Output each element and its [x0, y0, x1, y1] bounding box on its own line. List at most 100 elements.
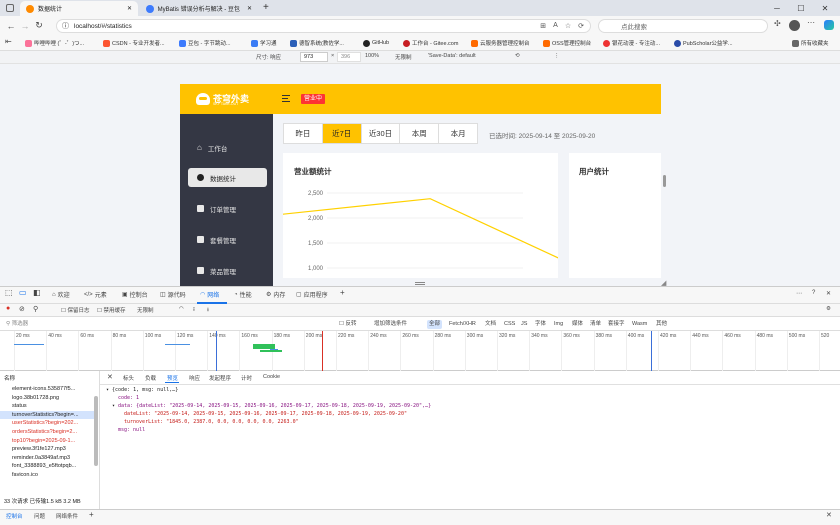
new-tab-button[interactable]: +: [263, 2, 269, 13]
chip-media[interactable]: 媒体: [570, 320, 585, 329]
bookmark-item[interactable]: GitHub: [363, 38, 389, 48]
request-row[interactable]: turnoverStatistics?begin=...: [0, 410, 95, 419]
bookmark-item[interactable]: OSS管理控制台: [543, 38, 591, 48]
sidebar-item-orders[interactable]: 订单管理: [188, 199, 267, 218]
drawer-tab-issues[interactable]: 问题: [34, 512, 45, 520]
download-icon[interactable]: ⭳: [207, 306, 209, 315]
rotate-icon[interactable]: ⟲: [515, 53, 520, 59]
chip-font[interactable]: 字体: [533, 320, 548, 329]
drawer-tab-console[interactable]: 控制台: [6, 512, 23, 520]
maximize-icon[interactable]: ☐: [790, 0, 812, 16]
bookmark-all-folder[interactable]: 所有收藏夹: [792, 38, 829, 48]
tab-performance[interactable]: ◔ 性能: [234, 290, 252, 300]
bookmark-item[interactable]: 云服务器管理控制台: [471, 38, 530, 48]
avatar[interactable]: [789, 20, 800, 31]
read-aloud-icon[interactable]: A: [553, 22, 558, 30]
request-row[interactable]: userStatistics?begin=202...: [12, 419, 78, 427]
request-row[interactable]: reminder.0a3849af.mp3: [12, 454, 70, 462]
detail-tab-preview[interactable]: 预览: [167, 374, 178, 382]
disable-cache-checkbox[interactable]: ☐ 禁用缓存: [97, 306, 125, 314]
chip-manifest[interactable]: 清单: [588, 320, 603, 329]
dimensions-select[interactable]: 尺寸: 响应: [256, 53, 281, 61]
chip-all[interactable]: 全部: [427, 320, 443, 329]
chip-js[interactable]: JS: [519, 320, 529, 329]
sidebar-item-setmeal[interactable]: 套餐管理: [188, 230, 267, 249]
chip-css[interactable]: CSS: [502, 320, 517, 329]
chip-other[interactable]: 其他: [654, 320, 669, 329]
close-window-icon[interactable]: ✕: [814, 0, 836, 16]
url-bar[interactable]: ⓘ localhost/#/statistics ⊞ A ☆ ⟳: [56, 19, 591, 33]
width-input[interactable]: 973: [300, 52, 328, 62]
tab-memory[interactable]: ⚙ 内存: [266, 290, 285, 299]
menu-toggle-icon[interactable]: [282, 95, 290, 102]
invert-checkbox[interactable]: ☐ 反转: [337, 320, 358, 329]
detail-tab-headers[interactable]: 标头: [123, 374, 134, 382]
add-filter-select[interactable]: 增加筛选条件: [372, 320, 409, 329]
bookmark-item[interactable]: 银花动漫 - 专注动...: [603, 38, 660, 48]
drawer-add-icon[interactable]: +: [89, 510, 94, 519]
detail-tab-cookie[interactable]: Cookie: [263, 374, 280, 380]
bookmark-item[interactable]: 工作台 - Gitee.com: [403, 38, 458, 48]
request-row[interactable]: status: [12, 402, 27, 410]
network-settings-icon[interactable]: ⚙: [826, 306, 831, 312]
chip-wasm[interactable]: Wasm: [630, 320, 649, 329]
tab-welcome[interactable]: ⌂ 欢迎: [52, 290, 70, 300]
bookmark-item[interactable]: 德智系统(教佐学...: [290, 38, 344, 48]
tab-sources[interactable]: ◫ 源代码: [160, 290, 186, 299]
throttling-select[interactable]: 无限制: [137, 306, 154, 314]
chip-socket[interactable]: 套接字: [606, 320, 627, 329]
request-row[interactable]: top10?begin=2025-09-1...: [12, 437, 75, 445]
height-input[interactable]: 396: [337, 52, 361, 62]
inspect-icon[interactable]: ⬚: [5, 288, 13, 297]
tab-elements[interactable]: </> 元素: [84, 290, 107, 300]
close-tab-icon[interactable]: ✕: [127, 5, 132, 12]
tab-console[interactable]: ▣ 控制台: [122, 290, 148, 299]
tab-application[interactable]: ▢ 应用程序: [296, 290, 328, 299]
bookmark-item[interactable]: CSDN - 专业开发者...: [103, 38, 165, 48]
filter-toggle-icon[interactable]: ⚲: [33, 305, 38, 313]
extensions-icon[interactable]: ✣: [774, 19, 781, 28]
close-devtools-icon[interactable]: ✕: [826, 290, 831, 297]
add-tool-icon[interactable]: +: [340, 288, 345, 297]
search-input[interactable]: 点此搜索: [598, 19, 768, 33]
translate-icon[interactable]: ⊞: [540, 22, 546, 30]
favorite-icon[interactable]: ☆: [565, 22, 571, 30]
more-menu-icon[interactable]: ⋯: [807, 18, 815, 27]
tab-last-30-days[interactable]: 近30日: [362, 124, 401, 143]
request-row[interactable]: ordersStatistics?begin=2...: [12, 428, 77, 436]
minimize-icon[interactable]: ─: [766, 0, 788, 16]
bookmark-import-icon[interactable]: ⇤: [5, 37, 12, 46]
json-root[interactable]: ▾ {code: 1, msg: null,…}: [106, 387, 178, 393]
info-icon[interactable]: ⓘ: [62, 21, 69, 31]
refresh-icon[interactable]: ⟳: [578, 22, 584, 30]
help-icon[interactable]: ?: [812, 290, 815, 296]
request-list-scrollbar[interactable]: [94, 396, 98, 466]
page-scrollbar[interactable]: [663, 175, 666, 187]
chip-doc[interactable]: 文档: [483, 320, 498, 329]
tab-last-7-days[interactable]: 近7日: [322, 124, 362, 143]
resize-handle-icon[interactable]: [415, 282, 425, 285]
tab-this-week[interactable]: 本周: [400, 124, 440, 143]
throttle-select[interactable]: 无限制: [395, 53, 412, 61]
chip-fetch-xhr[interactable]: Fetch/XHR: [447, 320, 478, 329]
request-row[interactable]: favicon.ico: [12, 471, 38, 479]
preserve-log-checkbox[interactable]: ☐ 保留日志: [61, 306, 89, 314]
bookmark-item[interactable]: PubScholar公益学...: [674, 38, 733, 48]
zoom-select[interactable]: 100%: [365, 53, 379, 59]
drawer-tab-network-conditions[interactable]: 网络条件: [56, 512, 78, 520]
save-data-select[interactable]: 'Save-Data': default: [428, 53, 476, 59]
request-row[interactable]: preview.3f1fe127.mp3: [12, 445, 66, 453]
close-detail-icon[interactable]: ✕: [107, 373, 113, 381]
forward-icon[interactable]: →: [18, 21, 32, 31]
device-mode-icon[interactable]: ▭: [19, 288, 27, 297]
tab-this-month[interactable]: 本月: [439, 124, 477, 143]
device-more-icon[interactable]: ⋮: [554, 53, 560, 59]
devtools-more-icon[interactable]: ⋯: [796, 290, 802, 297]
filter-input[interactable]: ⚲ 筛选器: [6, 319, 326, 329]
copilot-icon[interactable]: [824, 20, 834, 30]
bookmark-item[interactable]: 豆包 - 字节跳动...: [179, 38, 230, 48]
upload-icon[interactable]: ⭱: [193, 306, 195, 315]
close-tab-icon[interactable]: ✕: [247, 5, 252, 12]
sidebar-item-dashboard[interactable]: ⌂ 工作台: [188, 138, 267, 157]
sidebar-item-statistics[interactable]: 数据统计: [188, 168, 267, 187]
